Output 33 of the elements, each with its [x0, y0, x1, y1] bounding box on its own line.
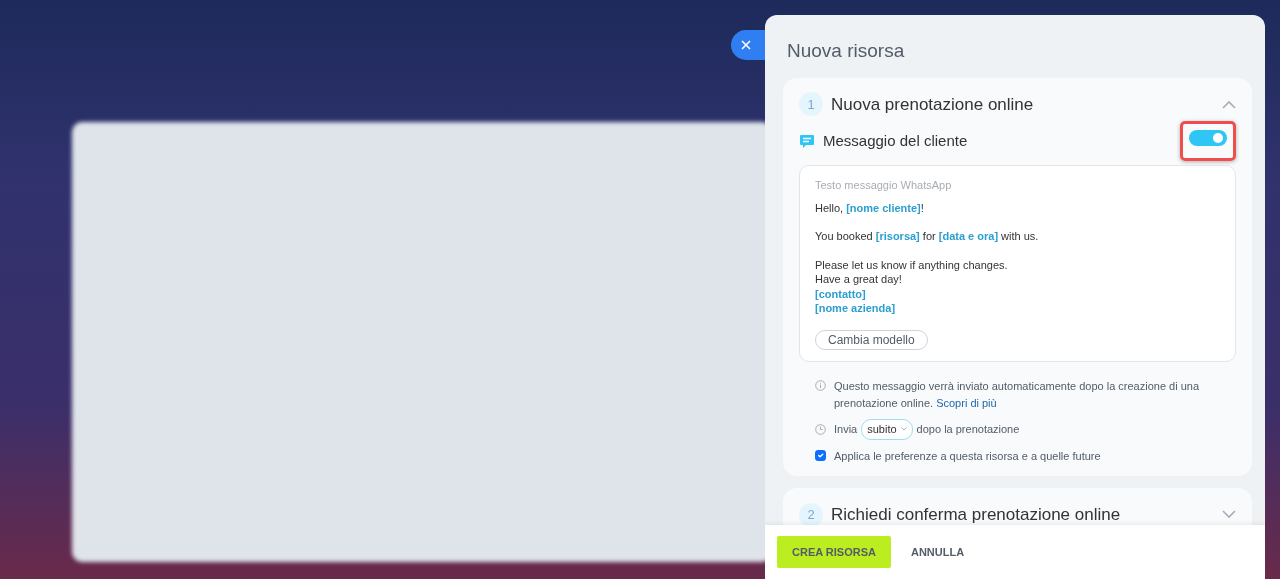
chevron-icon[interactable] — [1222, 99, 1236, 109]
chat-icon — [799, 133, 815, 149]
section-title: Richiedi conferma prenotazione online — [831, 504, 1122, 525]
toggle-switch[interactable] — [1189, 130, 1227, 146]
editor-label: Testo messaggio WhatsApp — [815, 178, 953, 193]
apply-label: Applica le preferenze a questa risorsa e a quelle future — [834, 448, 1101, 464]
apply-checkbox[interactable] — [815, 450, 826, 462]
step-number: 2 — [799, 502, 823, 525]
message-line: Have a great day! — [815, 272, 903, 287]
caret-icon — [900, 427, 907, 432]
close-icon — [741, 40, 751, 50]
cancel-button[interactable]: ANNULLA — [900, 535, 975, 569]
close-button[interactable] — [731, 30, 765, 60]
message-line: Please let us know if anything changes. — [815, 257, 1009, 272]
chevron-icon[interactable] — [1222, 510, 1236, 520]
timing-dropdown[interactable]: subito — [861, 419, 913, 440]
send-label: dopo la prenotazione — [916, 422, 1020, 437]
message-line: [nome azienda] — [815, 301, 897, 316]
section-title: Nuova prenotazione online — [831, 93, 1035, 116]
info-icon — [815, 378, 826, 391]
create-button[interactable]: CREA RISORSA — [777, 535, 891, 569]
learn-more-link[interactable]: Scopri di più — [936, 396, 997, 409]
step-number: 1 — [799, 92, 823, 117]
message-line: Hello, [nome cliente]! — [815, 200, 925, 215]
message-line: You booked [risorsa] for [data e ora] with us. — [815, 229, 1040, 244]
message-label: Messaggio del cliente — [823, 130, 969, 151]
panel-title: Nuova risorsa — [786, 39, 906, 63]
change-template-button[interactable]: Cambia modello — [815, 329, 928, 350]
message-line: [contatto] — [815, 286, 867, 301]
clock-icon — [815, 423, 826, 435]
info-text: Questo messaggio verrà inviato automaticamente dopo la creazione di una prenotazione online. Scopri di più — [834, 379, 1201, 411]
send-label: Invia — [834, 422, 858, 437]
message-editor[interactable]: Testo messaggio WhatsApp Hello, [nome cliente]! You booked [risorsa] for [data e ora] with us. Please let us know if anything changes. Have a great day! [contatto] [nome azienda] Cambia modello — [799, 165, 1236, 362]
